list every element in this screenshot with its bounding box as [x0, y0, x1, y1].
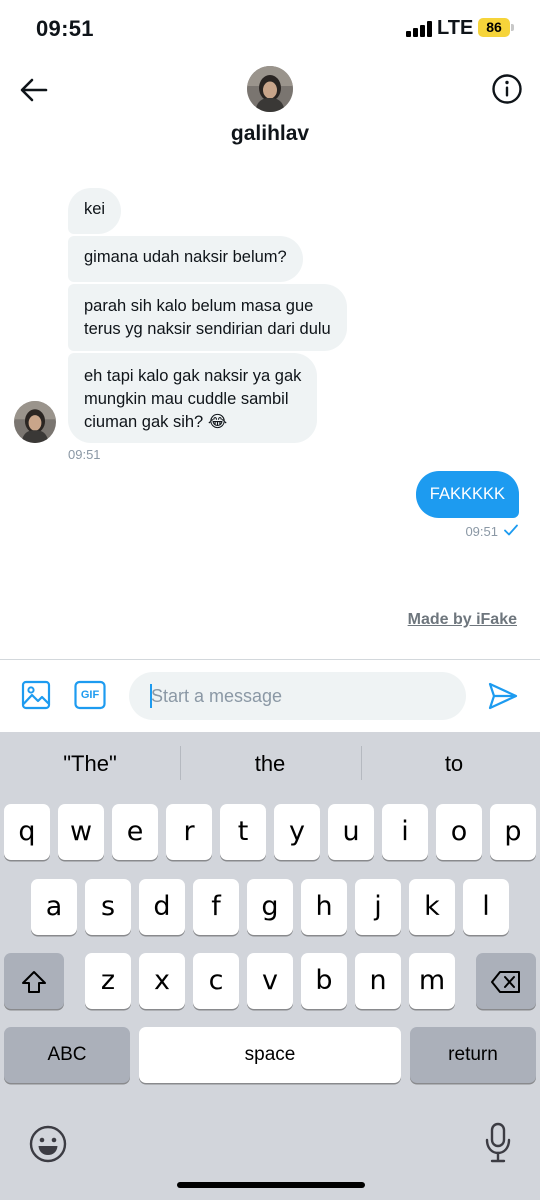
- battery-level: 86: [478, 18, 510, 37]
- send-icon[interactable]: [486, 679, 520, 713]
- backspace-key[interactable]: [476, 953, 536, 1009]
- status-time: 09:51: [36, 16, 94, 41]
- home-indicator[interactable]: [177, 1182, 365, 1188]
- shift-icon: [22, 970, 46, 993]
- key[interactable]: b: [301, 953, 347, 1009]
- key[interactable]: w: [58, 804, 104, 860]
- message-line: parah sih kalo belum masa gue: [84, 297, 314, 315]
- outgoing-message[interactable]: FAKKKKK: [415, 471, 519, 518]
- key[interactable]: o: [436, 804, 482, 860]
- message-composer: GIF: [0, 659, 540, 732]
- suggestion-bar: "The" the to: [0, 732, 540, 796]
- message-line: eh tapi kalo gak naksir ya gak: [84, 367, 302, 385]
- back-arrow-icon[interactable]: [16, 72, 52, 108]
- message-line: kei: [84, 200, 106, 218]
- cellular-signal-icon: [406, 21, 432, 37]
- key[interactable]: v: [247, 953, 293, 1009]
- shift-key[interactable]: [4, 953, 64, 1009]
- space-key[interactable]: space: [139, 1027, 401, 1083]
- key[interactable]: p: [490, 804, 536, 860]
- backspace-icon: [491, 970, 520, 993]
- suggestion[interactable]: the: [180, 732, 360, 796]
- suggestion[interactable]: to: [364, 732, 540, 796]
- key[interactable]: q: [4, 804, 50, 860]
- incoming-message[interactable]: gimana udah naksir belum?: [68, 236, 303, 282]
- key[interactable]: a: [31, 879, 77, 935]
- key[interactable]: s: [85, 879, 131, 935]
- incoming-message[interactable]: kei: [68, 188, 122, 234]
- key[interactable]: d: [139, 879, 185, 935]
- key[interactable]: r: [166, 804, 212, 860]
- key[interactable]: l: [463, 879, 509, 935]
- message-line: terus yg naksir sendirian dari dulu: [84, 320, 331, 338]
- text-caret: [150, 684, 152, 708]
- key[interactable]: i: [382, 804, 428, 860]
- key[interactable]: h: [301, 879, 347, 935]
- gif-icon[interactable]: GIF: [74, 680, 106, 710]
- contact-name[interactable]: galihlav: [0, 122, 540, 146]
- key[interactable]: f: [193, 879, 239, 935]
- battery-tip: [511, 24, 514, 31]
- key[interactable]: e: [112, 804, 158, 860]
- keyboard: "The" the to q w e r t y u i o p a s d f…: [0, 732, 540, 1200]
- key[interactable]: m: [409, 953, 455, 1009]
- watermark: Made by iFake: [407, 611, 517, 628]
- key[interactable]: j: [355, 879, 401, 935]
- gif-label: GIF: [80, 689, 100, 701]
- key[interactable]: x: [139, 953, 185, 1009]
- incoming-message[interactable]: eh tapi kalo gak naksir ya gak mungkin m…: [68, 353, 318, 443]
- key[interactable]: u: [328, 804, 374, 860]
- suggestion-divider: [361, 746, 362, 780]
- emoji-icon[interactable]: [28, 1124, 68, 1164]
- microphone-icon[interactable]: [484, 1122, 512, 1164]
- network-type: LTE: [437, 17, 474, 39]
- sent-check-icon: [504, 524, 518, 539]
- incoming-message[interactable]: parah sih kalo belum masa gue terus yg n…: [68, 284, 347, 351]
- contact-avatar[interactable]: [247, 66, 293, 112]
- key[interactable]: g: [247, 879, 293, 935]
- key[interactable]: y: [274, 804, 320, 860]
- return-key[interactable]: return: [410, 1027, 536, 1083]
- message-line: gimana udah naksir belum?: [84, 248, 287, 266]
- abc-key[interactable]: ABC: [4, 1027, 130, 1083]
- key[interactable]: k: [409, 879, 455, 935]
- message-input[interactable]: [129, 672, 466, 720]
- key[interactable]: t: [220, 804, 266, 860]
- outgoing-timestamp: 09:51: [465, 524, 498, 539]
- message-line: ciuman gak sih? 😂: [84, 413, 228, 431]
- incoming-timestamp: 09:51: [68, 447, 101, 462]
- message-line: mungkin mau cuddle sambil: [84, 390, 289, 408]
- key[interactable]: c: [193, 953, 239, 1009]
- key[interactable]: n: [355, 953, 401, 1009]
- key[interactable]: z: [85, 953, 131, 1009]
- suggestion[interactable]: "The": [0, 732, 180, 796]
- info-icon[interactable]: [490, 72, 524, 106]
- image-icon[interactable]: [20, 679, 52, 711]
- outgoing-meta: 09:51: [465, 524, 518, 539]
- sender-avatar[interactable]: [14, 401, 56, 443]
- status-bar: 09:51 LTE 86: [0, 0, 540, 58]
